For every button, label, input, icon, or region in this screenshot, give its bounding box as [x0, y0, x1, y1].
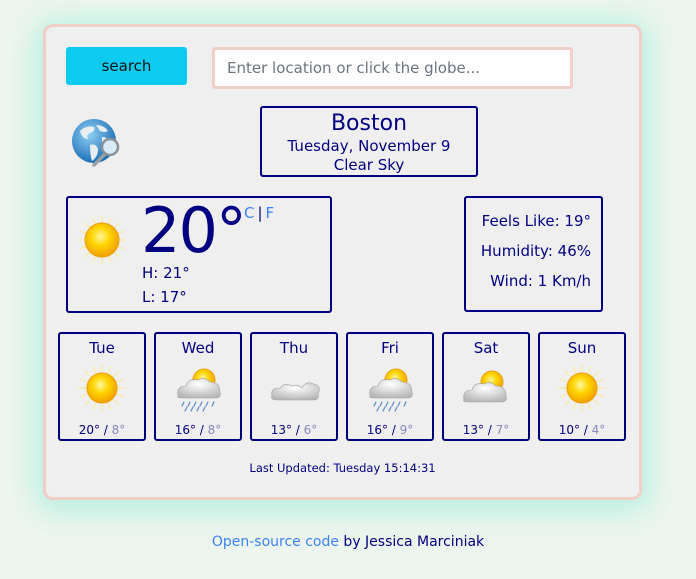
temp-separator: /	[483, 423, 496, 437]
wind-speed: Wind: 1 Km/h	[490, 272, 591, 290]
forecast-day: Sun 10° / 4°	[538, 332, 626, 441]
forecast-day-name: Fri	[381, 339, 399, 357]
forecast-temps: 16° / 8°	[156, 423, 240, 437]
forecast-max: 13°	[462, 423, 484, 437]
globe-search-icon[interactable]	[70, 117, 122, 169]
sun-icon	[77, 363, 127, 413]
humidity: Humidity: 46%	[480, 242, 591, 260]
search-button[interactable]: search	[66, 47, 187, 85]
forecast-day: Tue 20° / 8°	[58, 332, 146, 441]
forecast-min: 6°	[303, 423, 318, 437]
high-temperature: H: 21°	[142, 264, 190, 282]
forecast-temps: 20° / 8°	[60, 423, 144, 437]
forecast-day: Fri 16° / 9°	[346, 332, 434, 441]
cloud-icon	[271, 382, 320, 401]
low-temperature: L: 17°	[142, 288, 187, 306]
temp-separator: /	[99, 423, 112, 437]
forecast-list: Tue 20° / 8° Wed 16° / 8° Thu 13° / 6° F…	[58, 332, 626, 441]
forecast-day-name: Thu	[279, 339, 309, 357]
forecast-day: Thu 13° / 6°	[250, 332, 338, 441]
source-code-link[interactable]: Open-source code	[212, 534, 339, 550]
forecast-temps: 13° / 6°	[252, 423, 336, 437]
current-weather-panel: 20° C | F H: 21° L: 17°	[66, 194, 332, 313]
sun-icon	[77, 215, 127, 265]
forecast-temps: 10° / 4°	[540, 423, 624, 437]
forecast-min: 8°	[207, 423, 222, 437]
forecast-day: Wed 16° / 8°	[154, 332, 242, 441]
sun-cloud-rain-icon	[369, 368, 413, 412]
location-panel: Boston Tuesday, November 9 Clear Sky	[260, 106, 478, 177]
footer: Open-source code by Jessica Marciniak	[0, 534, 696, 550]
forecast-max: 10°	[558, 423, 580, 437]
forecast-min: 4°	[591, 423, 606, 437]
weather-description: Clear Sky	[333, 156, 405, 174]
fahrenheit-link[interactable]: F	[266, 204, 275, 222]
author-byline: by Jessica Marciniak	[338, 534, 485, 550]
forecast-min: 8°	[111, 423, 126, 437]
temp-separator: /	[387, 423, 400, 437]
sun-cloud-icon	[463, 370, 507, 403]
forecast-temps: 16° / 9°	[348, 423, 432, 437]
unit-toggle: C | F	[244, 204, 274, 222]
forecast-day-name: Sun	[567, 339, 597, 357]
weather-card: search Boston Tuesday, November 9 Clear …	[43, 24, 642, 500]
temp-separator: /	[291, 423, 304, 437]
temp-separator: /	[195, 423, 208, 437]
last-updated: Last Updated: Tuesday 15:14:31	[249, 461, 436, 475]
unit-separator: |	[257, 204, 263, 222]
forecast-day: Sat 13° / 7°	[442, 332, 530, 441]
forecast-min: 7°	[495, 423, 510, 437]
forecast-day-name: Sat	[473, 339, 499, 357]
forecast-max: 16°	[366, 423, 388, 437]
forecast-max: 13°	[270, 423, 292, 437]
current-date: Tuesday, November 9	[287, 137, 451, 155]
forecast-day-name: Wed	[181, 339, 215, 357]
feels-like: Feels Like: 19°	[481, 212, 591, 230]
weather-details-panel: Feels Like: 19° Humidity: 46% Wind: 1 Km…	[464, 196, 603, 312]
celsius-link[interactable]: C	[244, 204, 254, 222]
forecast-max: 16°	[174, 423, 196, 437]
sun-icon	[557, 363, 607, 413]
temp-separator: /	[579, 423, 592, 437]
forecast-max: 20°	[78, 423, 100, 437]
location-search-input[interactable]	[212, 47, 573, 89]
forecast-temps: 13° / 7°	[444, 423, 528, 437]
city-name: Boston	[330, 111, 408, 136]
sun-cloud-rain-icon	[177, 368, 221, 412]
forecast-min: 9°	[399, 423, 414, 437]
forecast-day-name: Tue	[89, 339, 115, 357]
current-temperature: 20°	[141, 194, 247, 267]
